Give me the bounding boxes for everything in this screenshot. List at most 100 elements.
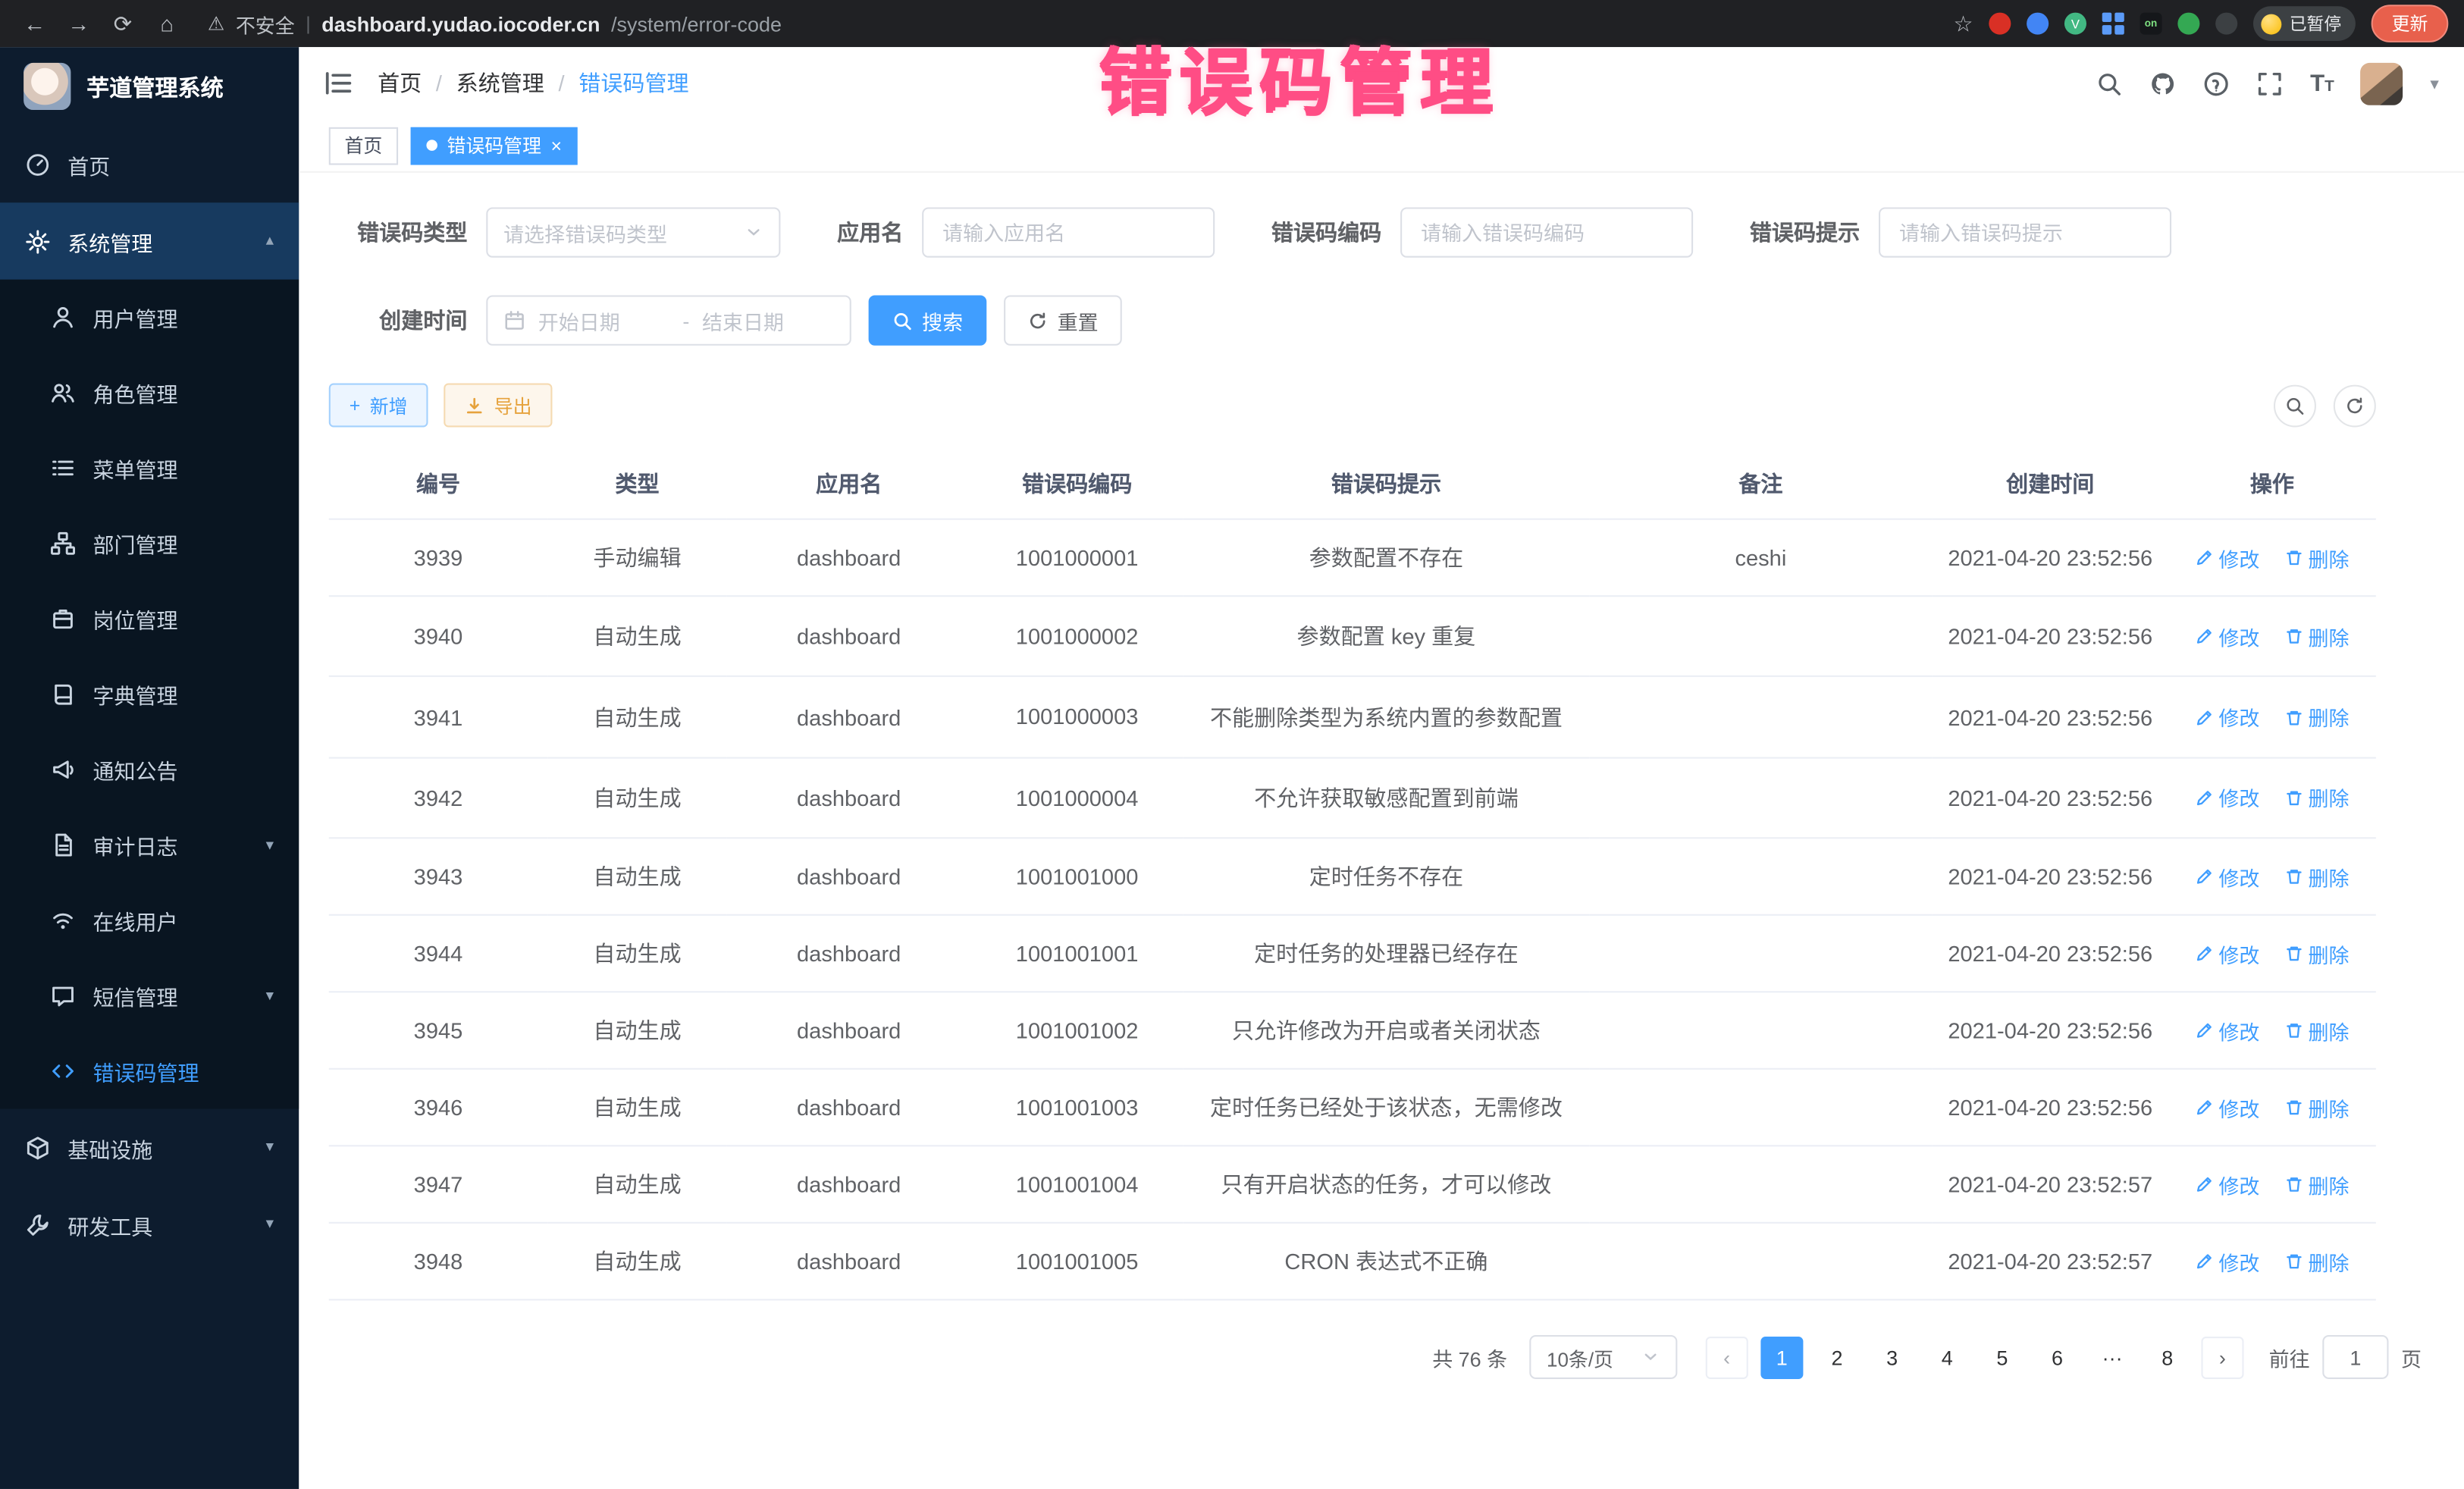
date-range-picker[interactable]: 开始日期 - 结束日期 bbox=[486, 295, 851, 345]
font-size-icon[interactable]: TT bbox=[2310, 70, 2334, 96]
filter-time: 创建时间 开始日期 - 结束日期 bbox=[329, 295, 851, 345]
help-icon[interactable] bbox=[2203, 70, 2230, 96]
home-icon[interactable]: ⌂ bbox=[148, 11, 186, 36]
delete-link[interactable]: 删除 bbox=[2284, 622, 2349, 651]
page-button[interactable]: 2 bbox=[1816, 1336, 1858, 1378]
extension-icon-blue[interactable] bbox=[2027, 13, 2049, 35]
browser-update-button[interactable]: 更新 bbox=[2372, 5, 2449, 42]
sidebar-item-audit-log[interactable]: 审计日志 ▾ bbox=[0, 807, 299, 882]
add-button[interactable]: + 新增 bbox=[329, 383, 428, 427]
edit-link[interactable]: 修改 bbox=[2195, 862, 2259, 892]
edit-link[interactable]: 修改 bbox=[2195, 543, 2259, 572]
sidebar-item-positions[interactable]: 岗位管理 bbox=[0, 581, 299, 657]
back-icon[interactable]: ← bbox=[16, 11, 54, 36]
cell-hint: 定时任务不存在 bbox=[1183, 839, 1589, 916]
close-icon[interactable]: × bbox=[550, 136, 562, 155]
page-size-select[interactable]: 10条/页 bbox=[1529, 1335, 1677, 1379]
cell-hint: 参数配置 key 重复 bbox=[1183, 596, 1589, 676]
delete-link[interactable]: 删除 bbox=[2284, 1170, 2349, 1199]
search-icon[interactable] bbox=[2096, 70, 2123, 96]
edit-link[interactable]: 修改 bbox=[2195, 939, 2259, 968]
page-button[interactable]: 5 bbox=[1981, 1336, 2024, 1378]
sidebar-item-home[interactable]: 首页 bbox=[0, 126, 299, 203]
edit-link[interactable]: 修改 bbox=[2195, 1016, 2259, 1045]
delete-link[interactable]: 删除 bbox=[2284, 939, 2349, 968]
fullscreen-icon[interactable] bbox=[2257, 70, 2284, 96]
reload-icon[interactable]: ⟳ bbox=[104, 10, 142, 36]
sidebar-item-label: 菜单管理 bbox=[92, 453, 177, 484]
page-button[interactable]: 8 bbox=[2146, 1336, 2189, 1378]
vue-devtools-icon[interactable]: V bbox=[2064, 13, 2086, 35]
avatar[interactable] bbox=[2361, 62, 2403, 105]
address-bar[interactable]: ⚠ 不安全 | dashboard.yudao.iocoder.cn/syste… bbox=[208, 8, 1947, 38]
extension-icon-grid[interactable] bbox=[2102, 13, 2124, 35]
extension-icon-red[interactable] bbox=[1989, 13, 2011, 35]
delete-link[interactable]: 删除 bbox=[2284, 1246, 2349, 1276]
page-button[interactable]: 1 bbox=[1760, 1336, 1803, 1378]
book-icon bbox=[50, 682, 75, 707]
error-code-input[interactable] bbox=[1400, 207, 1693, 257]
sidebar-item-users[interactable]: 用户管理 bbox=[0, 280, 299, 355]
delete-link[interactable]: 删除 bbox=[2284, 702, 2349, 732]
sidebar-item-system[interactable]: 系统管理 ▴ bbox=[0, 202, 299, 280]
edit-link[interactable]: 修改 bbox=[2195, 1246, 2259, 1276]
sidebar-item-devtools[interactable]: 研发工具 ▾ bbox=[0, 1186, 299, 1263]
edit-link[interactable]: 修改 bbox=[2195, 702, 2259, 732]
sidebar-item-menus[interactable]: 菜单管理 bbox=[0, 431, 299, 506]
sidebar-item-online-users[interactable]: 在线用户 bbox=[0, 882, 299, 958]
error-type-select[interactable]: 请选择错误码类型 bbox=[486, 207, 780, 257]
page-button[interactable]: 4 bbox=[1926, 1336, 1968, 1378]
page-button[interactable]: ··· bbox=[2091, 1336, 2133, 1378]
prev-page-button[interactable]: ‹ bbox=[1706, 1336, 1748, 1378]
edit-link[interactable]: 修改 bbox=[2195, 1170, 2259, 1199]
refresh-table-button[interactable] bbox=[2334, 384, 2376, 427]
bookmark-star-icon[interactable]: ☆ bbox=[1953, 10, 1973, 36]
edit-link[interactable]: 修改 bbox=[2195, 622, 2259, 651]
extension-icon-green[interactable] bbox=[2177, 13, 2199, 35]
next-page-button[interactable]: › bbox=[2201, 1336, 2243, 1378]
col-header-type: 类型 bbox=[547, 450, 727, 519]
forward-icon[interactable]: → bbox=[60, 11, 98, 36]
delete-link[interactable]: 删除 bbox=[2284, 543, 2349, 572]
pagination: 共 76 条 10条/页 ‹ 1 2 3 4 5 bbox=[329, 1335, 2422, 1379]
delete-link[interactable]: 删除 bbox=[2284, 1092, 2349, 1122]
tampermonkey-icon[interactable] bbox=[2215, 13, 2237, 35]
sidebar-item-roles[interactable]: 角色管理 bbox=[0, 355, 299, 430]
sidebar-item-departments[interactable]: 部门管理 bbox=[0, 506, 299, 581]
sidebar-item-notices[interactable]: 通知公告 bbox=[0, 732, 299, 807]
avatar-caret-icon[interactable]: ▾ bbox=[2430, 73, 2438, 93]
error-hint-input[interactable] bbox=[1879, 207, 2171, 257]
cell-app: dashboard bbox=[727, 839, 971, 916]
tag-home[interactable]: 首页 bbox=[329, 127, 398, 165]
cell-id: 3944 bbox=[329, 915, 547, 992]
search-button[interactable]: 搜索 bbox=[869, 295, 987, 345]
sidebar-fold-icon[interactable] bbox=[324, 69, 353, 97]
edit-link[interactable]: 修改 bbox=[2195, 1092, 2259, 1122]
profile-paused-badge[interactable]: 已暂停 bbox=[2253, 6, 2356, 41]
list-icon bbox=[50, 456, 75, 481]
sidebar-item-sms[interactable]: 短信管理 ▾ bbox=[0, 958, 299, 1033]
goto-page-input[interactable] bbox=[2322, 1335, 2388, 1379]
edit-link[interactable]: 修改 bbox=[2195, 783, 2259, 813]
delete-link[interactable]: 删除 bbox=[2284, 1016, 2349, 1045]
github-icon[interactable] bbox=[2149, 70, 2176, 96]
extension-icon-on[interactable]: on bbox=[2140, 13, 2162, 35]
table-toolbar: + 新增 导出 bbox=[329, 383, 2376, 427]
sidebar-item-dictionary[interactable]: 字典管理 bbox=[0, 657, 299, 732]
tag-error-code[interactable]: 错误码管理 × bbox=[411, 127, 578, 165]
briefcase-icon bbox=[50, 607, 75, 632]
page-button[interactable]: 6 bbox=[2036, 1336, 2079, 1378]
show-search-button[interactable] bbox=[2274, 384, 2316, 427]
delete-link[interactable]: 删除 bbox=[2284, 783, 2349, 813]
filter-type-label: 错误码类型 bbox=[329, 217, 468, 248]
export-button[interactable]: 导出 bbox=[444, 383, 552, 427]
breadcrumb-system[interactable]: 系统管理 bbox=[456, 67, 544, 99]
delete-link[interactable]: 删除 bbox=[2284, 862, 2349, 892]
sidebar-logo[interactable]: 芋道管理系统 bbox=[0, 47, 299, 126]
breadcrumb-home[interactable]: 首页 bbox=[378, 67, 422, 99]
sidebar-item-infrastructure[interactable]: 基础设施 ▾ bbox=[0, 1109, 299, 1186]
page-button[interactable]: 3 bbox=[1871, 1336, 1914, 1378]
app-name-input[interactable] bbox=[922, 207, 1215, 257]
reset-button[interactable]: 重置 bbox=[1004, 295, 1122, 345]
sidebar-item-error-code[interactable]: 错误码管理 bbox=[0, 1033, 299, 1108]
